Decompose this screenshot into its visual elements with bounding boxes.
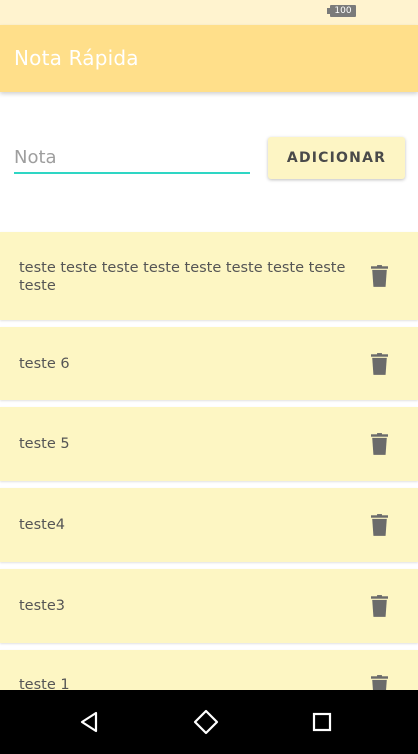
notes-list: teste teste teste teste teste teste test… xyxy=(0,232,418,724)
note-input[interactable] xyxy=(14,142,250,174)
app-title: Nota Rápida xyxy=(14,46,139,70)
note-card: teste3 xyxy=(0,569,418,643)
battery-icon: 100 xyxy=(327,5,356,17)
trash-icon[interactable] xyxy=(371,265,388,287)
note-text: teste 5 xyxy=(19,436,70,452)
trash-icon[interactable] xyxy=(371,595,388,617)
app-bar: Nota Rápida xyxy=(0,25,418,92)
note-card: teste teste teste teste teste teste test… xyxy=(0,232,418,320)
note-input-row: ADICIONAR xyxy=(0,92,418,232)
note-text: teste3 xyxy=(19,598,65,614)
note-card: teste 6 xyxy=(0,327,418,400)
navigation-bar xyxy=(0,690,418,754)
home-icon[interactable] xyxy=(190,706,222,738)
note-text: teste4 xyxy=(19,517,65,533)
note-card: teste 5 xyxy=(0,407,418,481)
status-bar: 100 xyxy=(0,0,418,25)
trash-icon[interactable] xyxy=(371,353,388,375)
trash-icon[interactable] xyxy=(371,514,388,536)
add-button[interactable]: ADICIONAR xyxy=(268,137,405,179)
recents-icon[interactable] xyxy=(306,706,338,738)
note-text: teste 6 xyxy=(19,356,70,372)
note-text: teste teste teste teste teste teste test… xyxy=(19,260,346,294)
back-icon[interactable] xyxy=(73,706,105,738)
trash-icon[interactable] xyxy=(371,433,388,455)
note-card: teste4 xyxy=(0,488,418,562)
